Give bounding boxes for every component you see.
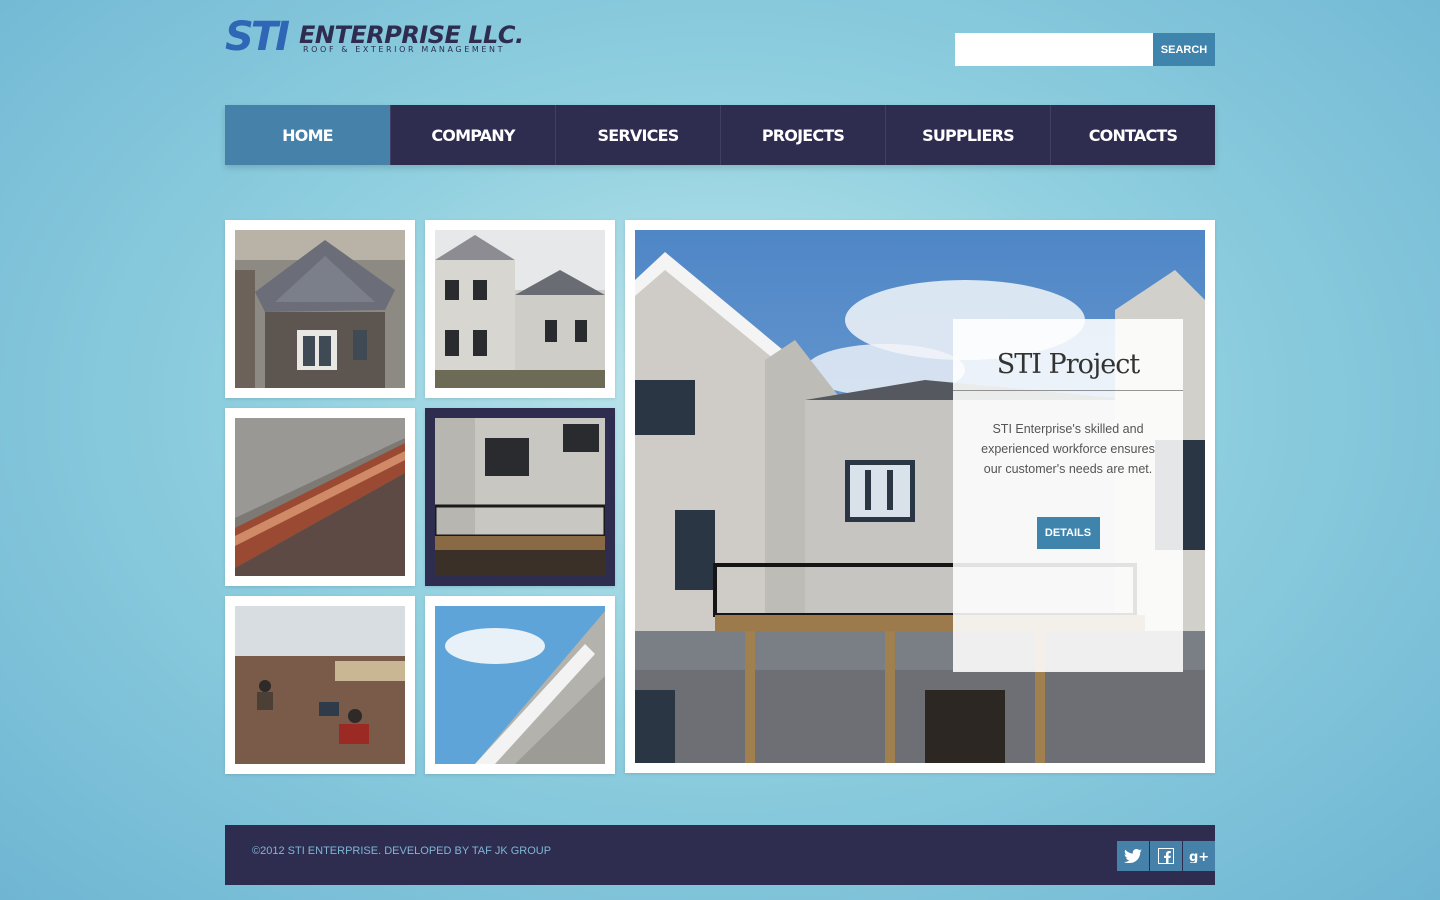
copper-gutter-photo bbox=[235, 418, 405, 576]
thumbnail-2[interactable] bbox=[425, 220, 615, 398]
main-nav: HOME COMPANY SERVICES PROJECTS SUPPLIERS… bbox=[225, 105, 1215, 165]
featured-project: STI Project STI Enterprise's skilled and… bbox=[625, 220, 1215, 773]
roof-hip-stone-house-photo bbox=[235, 230, 405, 388]
nav-item-suppliers[interactable]: SUPPLIERS bbox=[885, 105, 1050, 165]
nav-item-services[interactable]: SERVICES bbox=[555, 105, 720, 165]
roofers-working-photo bbox=[235, 606, 405, 764]
logo[interactable]: STI ENTERPRISE LLC. ROOF & EXTERIOR MANA… bbox=[225, 14, 530, 56]
project-caption: STI Project STI Enterprise's skilled and… bbox=[953, 319, 1183, 672]
copyright-text: ©2012 STI ENTERPRISE. DEVELOPED BY TAF J… bbox=[252, 845, 552, 857]
logo-graphic: STI ENTERPRISE LLC. ROOF & EXTERIOR MANA… bbox=[225, 14, 524, 56]
thumbnail-5[interactable] bbox=[225, 596, 415, 774]
svg-text:ROOF & EXTERIOR MANAGEMENT: ROOF & EXTERIOR MANAGEMENT bbox=[303, 45, 505, 54]
thumbnail-4[interactable] bbox=[425, 408, 615, 586]
svg-text:STI: STI bbox=[225, 14, 290, 56]
svg-text:g+: g+ bbox=[1189, 850, 1209, 863]
rear-deck-house-photo bbox=[435, 418, 605, 576]
search-input[interactable] bbox=[955, 33, 1153, 66]
google-plus-icon[interactable]: g+ bbox=[1183, 841, 1215, 871]
caption-divider bbox=[953, 390, 1183, 391]
nav-item-projects[interactable]: PROJECTS bbox=[720, 105, 885, 165]
search-button[interactable]: SEARCH bbox=[1153, 33, 1215, 66]
search-form: SEARCH bbox=[955, 33, 1215, 66]
details-button[interactable]: DETAILS bbox=[1036, 517, 1100, 549]
twitter-icon[interactable] bbox=[1117, 841, 1149, 871]
two-story-house-photo bbox=[435, 230, 605, 388]
thumbnail-6[interactable] bbox=[425, 596, 615, 774]
page-container: STI ENTERPRISE LLC. ROOF & EXTERIOR MANA… bbox=[225, 0, 1215, 900]
nav-item-company[interactable]: COMPANY bbox=[390, 105, 555, 165]
footer: ©2012 STI ENTERPRISE. DEVELOPED BY TAF J… bbox=[225, 825, 1215, 885]
thumbnail-3[interactable] bbox=[225, 408, 415, 586]
project-description: STI Enterprise's skilled and experienced… bbox=[981, 422, 1155, 476]
social-links: g+ bbox=[1117, 841, 1215, 871]
facebook-icon[interactable] bbox=[1150, 841, 1182, 871]
nav-item-contacts[interactable]: CONTACTS bbox=[1050, 105, 1215, 165]
siding-gable-photo bbox=[435, 606, 605, 764]
project-title: STI Project bbox=[996, 349, 1140, 380]
thumbnail-1[interactable] bbox=[225, 220, 415, 398]
nav-item-home[interactable]: HOME bbox=[225, 105, 390, 165]
